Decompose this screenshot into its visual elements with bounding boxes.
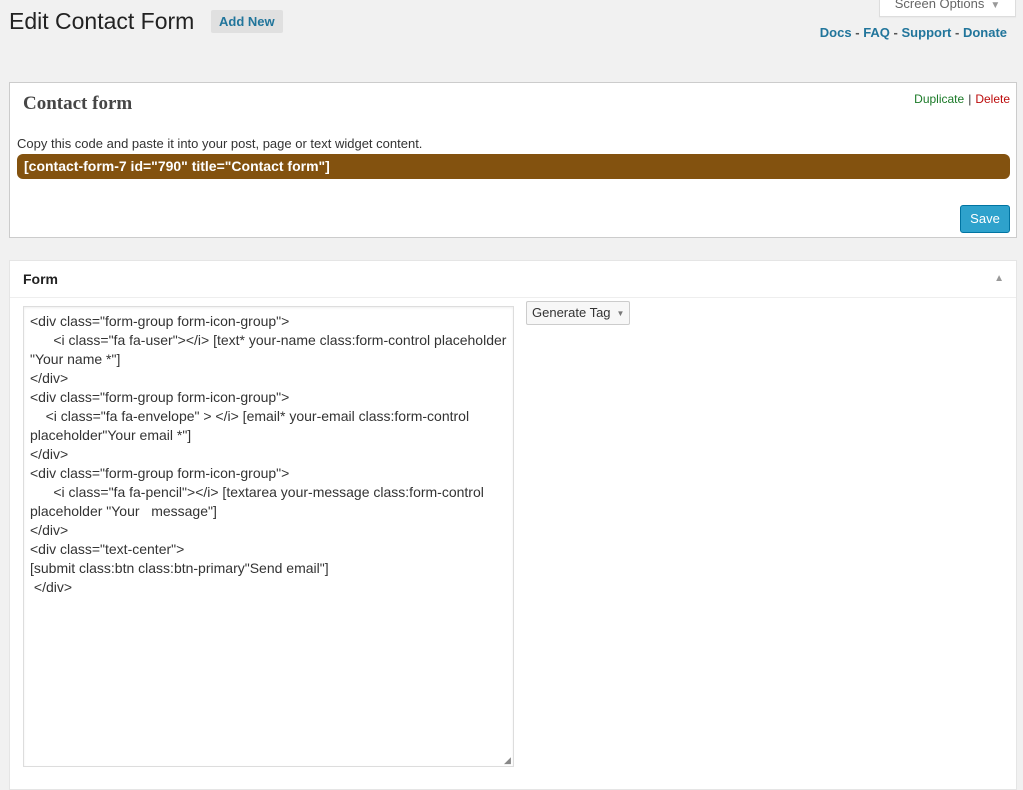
screen-options-toggle[interactable]: Screen Options ▼ (879, 0, 1016, 17)
support-link[interactable]: Support (902, 25, 952, 40)
delete-link[interactable]: Delete (975, 92, 1010, 106)
copy-hint: Copy this code and paste it into your po… (17, 136, 423, 151)
collapse-arrow-icon[interactable]: ▲ (994, 273, 1004, 284)
form-code-editor[interactable]: <div class="form-group form-icon-group">… (23, 306, 514, 767)
generate-tag-button[interactable]: Generate Tag ▼ (526, 301, 630, 325)
generate-tag-label: Generate Tag (532, 305, 611, 320)
resize-handle-icon[interactable]: ◢ (504, 756, 513, 765)
faq-link[interactable]: FAQ (863, 25, 890, 40)
add-new-button[interactable]: Add New (211, 10, 283, 33)
form-title-panel: Contact form Duplicate | Delete Copy this … (9, 82, 1017, 238)
shortcode-field[interactable]: [contact-form-7 id="790" title="Contact … (17, 154, 1010, 179)
save-button[interactable]: Save (960, 205, 1010, 233)
help-links: Docs - FAQ - Support - Donate (819, 25, 1007, 40)
chevron-down-icon: ▼ (990, 0, 1001, 11)
form-panel-title: Form (23, 271, 58, 287)
duplicate-link[interactable]: Duplicate (914, 92, 964, 106)
form-panel: Form ▲ <div class="form-group form-icon-… (9, 260, 1017, 790)
caret-down-icon: ▼ (616, 308, 625, 318)
donate-link[interactable]: Donate (963, 25, 1007, 40)
form-panel-header[interactable]: Form ▲ (10, 261, 1016, 298)
form-name[interactable]: Contact form (23, 93, 132, 115)
screen-options-label: Screen Options (894, 0, 985, 11)
form-actions: Duplicate | Delete (914, 92, 1010, 106)
page-title: Edit Contact Form (9, 8, 195, 34)
docs-link[interactable]: Docs (820, 25, 852, 40)
